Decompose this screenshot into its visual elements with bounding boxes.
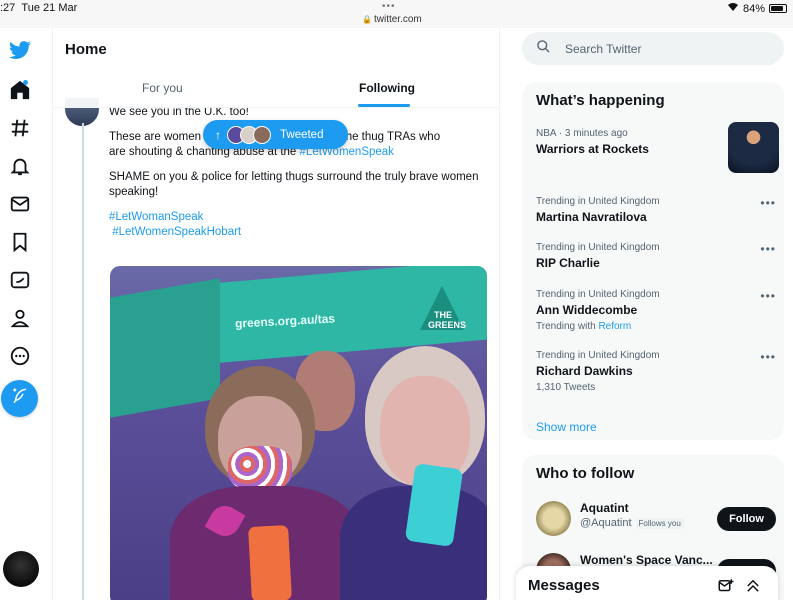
compose-icon bbox=[11, 387, 29, 410]
new-message-icon[interactable] bbox=[717, 577, 735, 595]
account-handle: @Aquatint Follows you bbox=[580, 517, 684, 529]
messages-drawer[interactable]: Messages bbox=[516, 566, 778, 600]
more-options-icon[interactable]: ••• bbox=[760, 196, 776, 210]
avatar bbox=[253, 125, 271, 144]
right-sidebar: What’s happening NBA · 3 minutes ago War… bbox=[500, 28, 793, 600]
trend-subtext: 1,310 Tweets bbox=[536, 382, 596, 393]
address-bar[interactable]: 🔒 twitter.com bbox=[362, 14, 422, 25]
protest-sign bbox=[110, 278, 220, 418]
pill-label: Tweeted bbox=[280, 128, 324, 141]
more-options-icon[interactable]: ••• bbox=[760, 289, 776, 303]
page-title: Home bbox=[65, 41, 107, 58]
face-mask bbox=[228, 446, 292, 491]
hashtag-link[interactable]: #LetWomenSpeakHobart bbox=[112, 226, 241, 238]
sidebar-nav bbox=[0, 28, 53, 600]
follow-suggestion[interactable]: Aquatint @Aquatint Follows you Follow bbox=[536, 501, 776, 537]
trend-subtext: Trending with Reform bbox=[536, 321, 632, 332]
panel-title: Who to follow bbox=[536, 465, 635, 482]
home-icon[interactable] bbox=[6, 76, 34, 104]
trend-item[interactable]: Trending in United Kingdom RIP Charlie •… bbox=[536, 242, 776, 270]
more-options-icon[interactable]: ••• bbox=[760, 350, 776, 364]
show-more-link[interactable]: Show more bbox=[536, 420, 597, 434]
home-timeline: Home For you Following We see you in the… bbox=[53, 28, 500, 600]
trend-item[interactable]: Trending in United Kingdom Ann Widdecomb… bbox=[536, 289, 776, 332]
trend-item[interactable]: Trending in United Kingdom Martina Navra… bbox=[536, 196, 776, 224]
arrow-up-icon: ↑ bbox=[215, 127, 221, 142]
active-tab-indicator bbox=[358, 104, 410, 107]
twitter-blue-icon[interactable] bbox=[6, 266, 34, 294]
tab-following[interactable]: Following bbox=[359, 81, 415, 95]
lock-icon: 🔒 bbox=[362, 15, 372, 24]
timeline-header: Home For you Following bbox=[53, 28, 499, 108]
compose-tweet-button[interactable] bbox=[1, 380, 38, 417]
search-input[interactable] bbox=[565, 41, 765, 56]
pill-avatars bbox=[227, 125, 271, 144]
twitter-logo-icon[interactable] bbox=[6, 36, 34, 64]
avatar[interactable] bbox=[536, 501, 571, 536]
trend-image bbox=[728, 122, 779, 173]
wifi-icon bbox=[727, 2, 739, 15]
tweet-photo[interactable]: greens.org.au/tas THE GREENS bbox=[110, 266, 487, 600]
search-icon bbox=[536, 39, 565, 59]
notifications-icon[interactable] bbox=[6, 152, 34, 180]
more-options-icon[interactable]: ••• bbox=[760, 242, 776, 256]
trend-name: Ann Widdecombe bbox=[536, 303, 638, 317]
trend-context: Trending in United Kingdom bbox=[536, 350, 660, 361]
greens-logo-text: THE GREENS bbox=[428, 310, 467, 330]
new-content-dot bbox=[23, 80, 28, 85]
trend-context: Trending in United Kingdom bbox=[536, 242, 660, 253]
account-avatar[interactable] bbox=[3, 551, 39, 587]
search-box[interactable] bbox=[522, 32, 784, 65]
bookmarks-icon[interactable] bbox=[6, 228, 34, 256]
account-name: Women's Space Vanc... bbox=[580, 553, 713, 567]
browser-menu-dots[interactable]: ••• bbox=[382, 1, 396, 12]
more-icon[interactable] bbox=[6, 342, 34, 370]
thread-line bbox=[82, 123, 84, 600]
account-name: Aquatint bbox=[580, 501, 629, 515]
phone bbox=[248, 525, 292, 600]
status-time: :27 Tue 21 Mar bbox=[0, 2, 78, 14]
tab-for-you[interactable]: For you bbox=[142, 81, 183, 95]
profile-icon[interactable] bbox=[6, 304, 34, 332]
trend-name: Richard Dawkins bbox=[536, 364, 633, 378]
messages-title: Messages bbox=[528, 577, 600, 594]
follows-you-badge: Follows you bbox=[635, 517, 684, 529]
status-bar: :27 Tue 21 Mar ••• 🔒 twitter.com 84% bbox=[0, 0, 793, 28]
messages-icon[interactable] bbox=[6, 190, 34, 218]
trend-name: Martina Navratilova bbox=[536, 210, 647, 224]
panel-title: What’s happening bbox=[536, 92, 665, 109]
new-tweets-pill[interactable]: ↑ Tweeted bbox=[203, 120, 348, 149]
trend-name: RIP Charlie bbox=[536, 256, 600, 270]
follow-button[interactable]: Follow bbox=[717, 507, 776, 531]
hashtag-link[interactable]: #LetWomanSpeak bbox=[109, 211, 203, 223]
battery-status: 84% bbox=[727, 2, 787, 15]
trend-item[interactable]: NBA · 3 minutes ago Warriors at Rockets bbox=[536, 122, 779, 173]
battery-icon bbox=[769, 4, 787, 13]
trend-context: Trending in United Kingdom bbox=[536, 196, 660, 207]
expand-up-icon[interactable] bbox=[744, 577, 762, 595]
explore-icon[interactable] bbox=[6, 114, 34, 142]
trend-context: Trending in United Kingdom bbox=[536, 289, 660, 300]
trend-item[interactable]: Trending in United Kingdom Richard Dawki… bbox=[536, 350, 776, 393]
whats-happening-panel: What’s happening NBA · 3 minutes ago War… bbox=[522, 82, 784, 440]
trend-related-link[interactable]: Reform bbox=[598, 321, 631, 332]
tweet-paragraph: SHAME on you & police for letting thugs … bbox=[109, 171, 479, 198]
